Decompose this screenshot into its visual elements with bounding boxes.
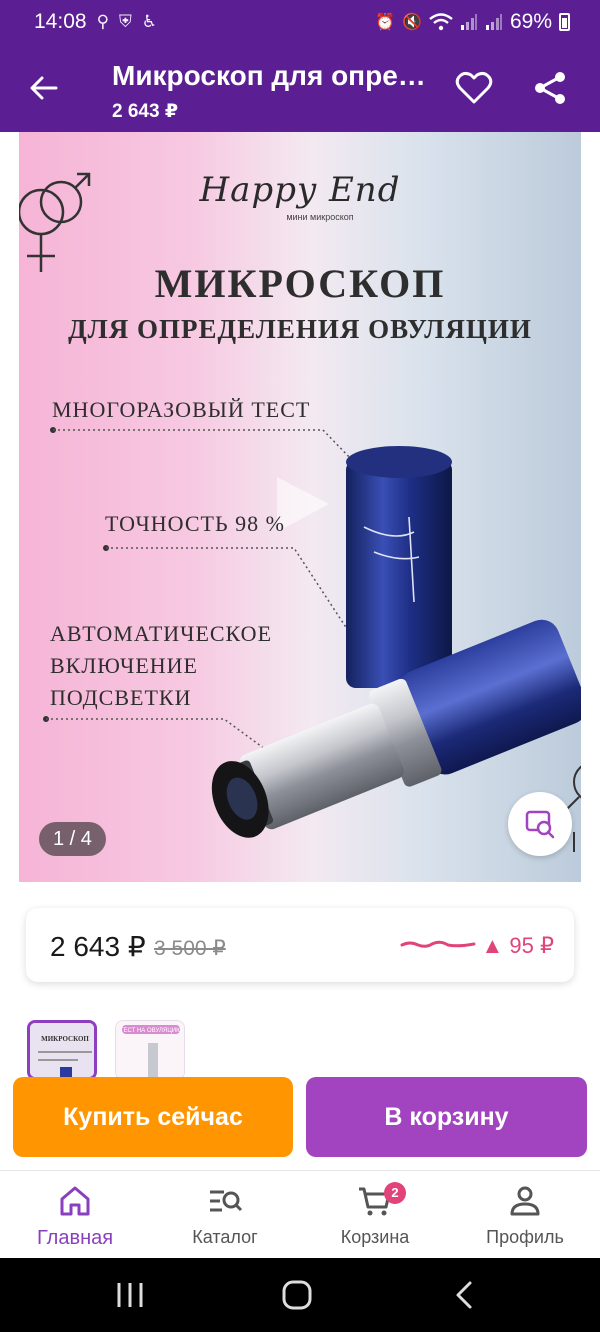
accessibility-icon: ♿	[141, 12, 158, 31]
image-counter: 1 / 4	[39, 822, 106, 856]
image-subheadline: ДЛЯ ОПРЕДЕЛЕНИЯ ОВУЛЯЦИИ	[68, 314, 532, 344]
shield-icon: ⛨	[119, 12, 132, 31]
nav-label: Главная	[36, 1227, 114, 1249]
add-to-cart-button[interactable]: В корзину	[306, 1077, 587, 1157]
image-headline: МИКРОСКОП	[154, 261, 446, 306]
status-bar: 14:08 ⚲ ⛨ ♿ ⏰ 🔇 69%	[0, 0, 600, 44]
thumbnail-1[interactable]: МИКРОСКОП	[27, 1020, 97, 1080]
svg-text:ТЕСТ НА ОВУЛЯЦИЮ: ТЕСТ НА ОВУЛЯЦИЮ	[120, 1028, 182, 1034]
thumbnail-2[interactable]: ТЕСТ НА ОВУЛЯЦИЮ	[115, 1020, 185, 1080]
buy-now-button[interactable]: Купить сейчас	[13, 1077, 293, 1157]
feature-label: ТОЧНОСТЬ 98 %	[105, 511, 285, 536]
product-illustration	[19, 172, 581, 852]
alarm-icon: ⏰	[375, 14, 396, 31]
catalog-search-icon	[210, 1190, 243, 1212]
nav-label: Корзина	[340, 1227, 410, 1247]
profile-icon	[510, 1186, 540, 1216]
nav-item-catalog[interactable]: Каталог	[150, 1171, 300, 1259]
old-price: 3 500 ₽	[154, 937, 226, 960]
brand-logo: Happy End	[199, 170, 401, 210]
brand-subtitle: мини микроскоп	[286, 212, 354, 222]
feature-label: МНОГОРАЗОВЫЙ ТЕСТ	[52, 397, 311, 422]
product-image-gallery[interactable]: Happy End мини микроскоп МИКРОСКОП ДЛЯ О…	[19, 132, 581, 882]
thumbnail-image: ТЕСТ НА ОВУЛЯЦИЮ	[116, 1021, 184, 1079]
status-time: 14:08	[34, 10, 87, 33]
nav-label: Профиль	[486, 1227, 564, 1247]
battery-icon	[559, 13, 570, 31]
cart-badge: 2	[384, 1182, 406, 1204]
home-icon	[60, 1186, 90, 1216]
wifi-icon	[429, 13, 453, 31]
battery-level: 69%	[509, 10, 552, 33]
home-circle-icon[interactable]	[280, 1280, 314, 1310]
signal-icon	[485, 14, 502, 30]
price-history-sparkline	[400, 940, 476, 948]
back-chevron-icon[interactable]	[448, 1280, 482, 1310]
header-price: 2 643 ₽	[112, 101, 179, 122]
price-card[interactable]: 2 643 ₽ 3 500 ₽ ▲ 95 ₽	[26, 908, 574, 982]
nav-item-profile[interactable]: Профиль	[450, 1171, 600, 1259]
svg-text:МИКРОСКОП: МИКРОСКОП	[41, 1035, 89, 1043]
image-search-icon	[525, 810, 555, 839]
recents-icon[interactable]	[114, 1280, 148, 1310]
price-change: ▲ 95 ₽	[481, 933, 554, 958]
nav-item-cart[interactable]: 2 Корзина	[300, 1171, 450, 1259]
back-arrow-icon[interactable]	[26, 70, 62, 106]
image-search-button[interactable]	[508, 792, 572, 856]
nav-item-home[interactable]: Главная	[0, 1171, 150, 1259]
mute-icon: 🔇	[402, 14, 422, 31]
current-price: 2 643 ₽	[50, 931, 146, 962]
app-bar: Микроскоп для определения овуляции 2 643…	[0, 44, 600, 132]
signal-icon	[460, 14, 477, 30]
bottom-navigation: Главная Каталог 2 Корзина Профиль	[0, 1170, 600, 1258]
system-navigation-bar	[0, 1258, 600, 1332]
thumbnail-image: МИКРОСКОП	[30, 1023, 94, 1077]
page-title: Микроскоп для определения овуляции	[112, 60, 432, 91]
heart-icon[interactable]	[455, 70, 493, 106]
odnoklassniki-icon: ⚲	[96, 12, 110, 31]
feature-label: АВТОМАТИЧЕСКОЕ ВКЛЮЧЕНИЕ ПОДСВЕТКИ	[50, 621, 273, 710]
share-icon[interactable]	[532, 70, 568, 106]
nav-label: Каталог	[192, 1227, 258, 1247]
